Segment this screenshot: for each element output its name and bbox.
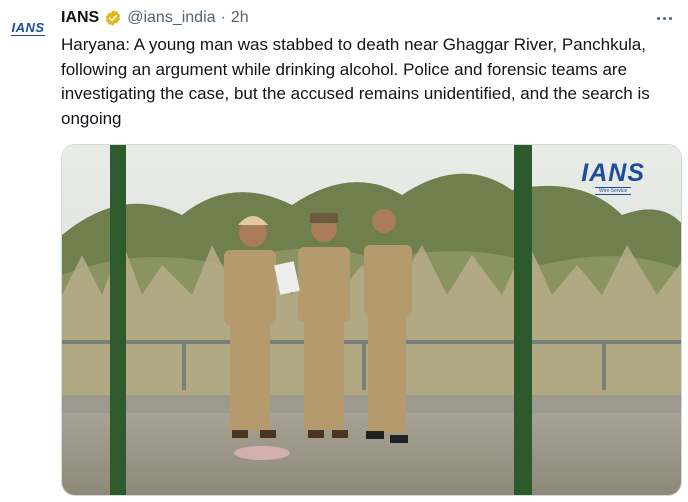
avatar-logo-text: IANS: [11, 19, 45, 35]
tweet[interactable]: IANS IANS @ians_india · 2h Haryana: A yo…: [0, 0, 688, 502]
more-dot: [662, 16, 666, 20]
more-dot: [656, 16, 660, 20]
author-name[interactable]: IANS: [61, 9, 99, 27]
author-handle[interactable]: @ians_india: [127, 9, 215, 27]
avatar-logo-underline: [11, 34, 45, 38]
watermark-logo-text: IANS: [581, 159, 645, 187]
ians-watermark: IANS Wire Service: [581, 161, 645, 195]
tweet-media-image[interactable]: IANS Wire Service: [61, 144, 682, 496]
tweet-header: IANS @ians_india · 2h: [61, 7, 249, 29]
timestamp[interactable]: 2h: [231, 9, 249, 27]
avatar[interactable]: IANS: [6, 14, 50, 44]
more-options-icon[interactable]: [652, 10, 676, 26]
verified-badge-icon: [106, 10, 121, 26]
tweet-text: Haryana: A young man was stabbed to deat…: [61, 35, 650, 128]
scene-photo: [62, 145, 681, 495]
more-dot: [668, 16, 672, 20]
watermark-subtext: Wire Service: [594, 187, 632, 195]
separator-dot: ·: [220, 9, 226, 26]
